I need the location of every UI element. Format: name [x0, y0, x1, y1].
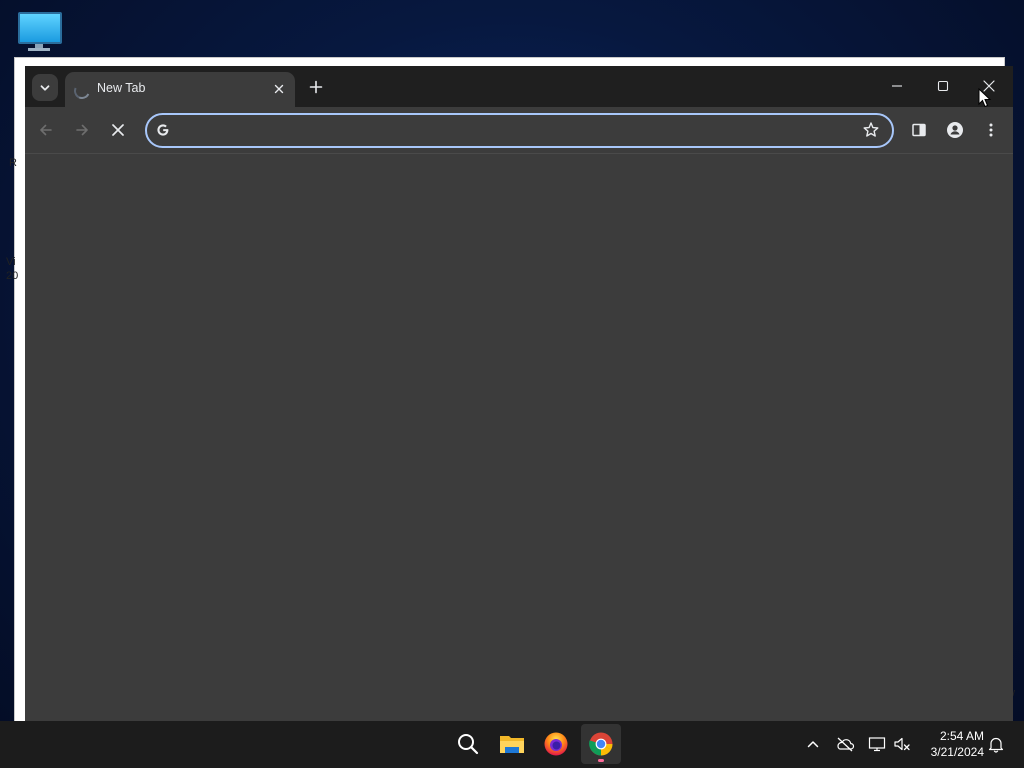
loading-spinner-icon [71, 80, 93, 102]
tab-title: New Tab [97, 81, 146, 95]
close-icon [274, 84, 284, 94]
active-app-indicator [598, 759, 604, 762]
star-icon[interactable] [862, 121, 880, 139]
chevron-down-icon [40, 84, 50, 91]
minimize-icon [892, 85, 902, 87]
firefox-icon [544, 732, 568, 756]
onedrive-tray-button[interactable] [835, 734, 855, 754]
tab-strip: New Tab [25, 66, 1013, 107]
mouse-cursor-icon [978, 88, 992, 108]
taskbar-chrome[interactable] [581, 724, 621, 764]
side-panel-button[interactable] [906, 117, 932, 143]
profile-button[interactable] [942, 117, 968, 143]
forward-button[interactable] [69, 117, 95, 143]
maximize-icon [937, 80, 949, 92]
tab-new-tab[interactable]: New Tab [65, 72, 295, 107]
network-icon [868, 737, 886, 752]
folder-icon [500, 736, 524, 753]
back-button[interactable] [33, 117, 59, 143]
toolbar [25, 107, 1013, 154]
background-text-fragment: Vi [6, 256, 16, 268]
clock-date: 3/21/2024 [930, 745, 984, 759]
profile-icon [947, 122, 963, 138]
taskbar-clock[interactable]: 2:54 AM 3/21/2024 [918, 728, 984, 760]
volume-muted-icon [894, 737, 910, 751]
chevron-up-icon [807, 741, 819, 748]
show-hidden-icons-button[interactable] [803, 734, 823, 754]
omnibox-input[interactable] [181, 119, 845, 143]
volume-tray-button[interactable] [892, 734, 912, 754]
clock-time: 2:54 AM [939, 729, 984, 743]
search-icon [458, 734, 479, 755]
more-vert-icon [989, 123, 993, 137]
google-g-icon [157, 124, 169, 136]
notifications-button[interactable] [986, 734, 1006, 754]
minimize-button[interactable] [877, 72, 917, 100]
network-tray-button[interactable] [867, 734, 887, 754]
tab-close-button[interactable] [271, 81, 287, 97]
chrome-icon [589, 732, 613, 756]
chrome-menu-button[interactable] [978, 117, 1004, 143]
page-content[interactable] [25, 154, 1013, 721]
taskbar-firefox[interactable] [536, 724, 576, 764]
stop-loading-button[interactable] [105, 117, 131, 143]
address-bar[interactable] [145, 113, 894, 148]
new-tab-button[interactable] [305, 76, 327, 98]
onedrive-offline-icon [837, 737, 855, 752]
forward-arrow-icon [76, 124, 88, 136]
notification-bell-icon [988, 737, 1004, 753]
tab-search-button[interactable] [32, 74, 58, 101]
this-pc-desktop-icon[interactable] [16, 10, 62, 52]
taskbar-file-explorer[interactable] [492, 724, 532, 764]
side-panel-icon [912, 123, 926, 137]
back-arrow-icon [40, 124, 52, 136]
plus-icon [309, 80, 323, 94]
taskbar: 2:54 AM 3/21/2024 [0, 721, 1024, 768]
chrome-window: New Tab [25, 66, 1013, 721]
background-text-fragment: R [9, 157, 17, 169]
maximize-button[interactable] [923, 72, 963, 100]
taskbar-search-button[interactable] [448, 724, 488, 764]
stop-icon [112, 124, 124, 136]
monitor-icon [18, 12, 62, 44]
background-text-fragment: 20 [6, 270, 19, 282]
